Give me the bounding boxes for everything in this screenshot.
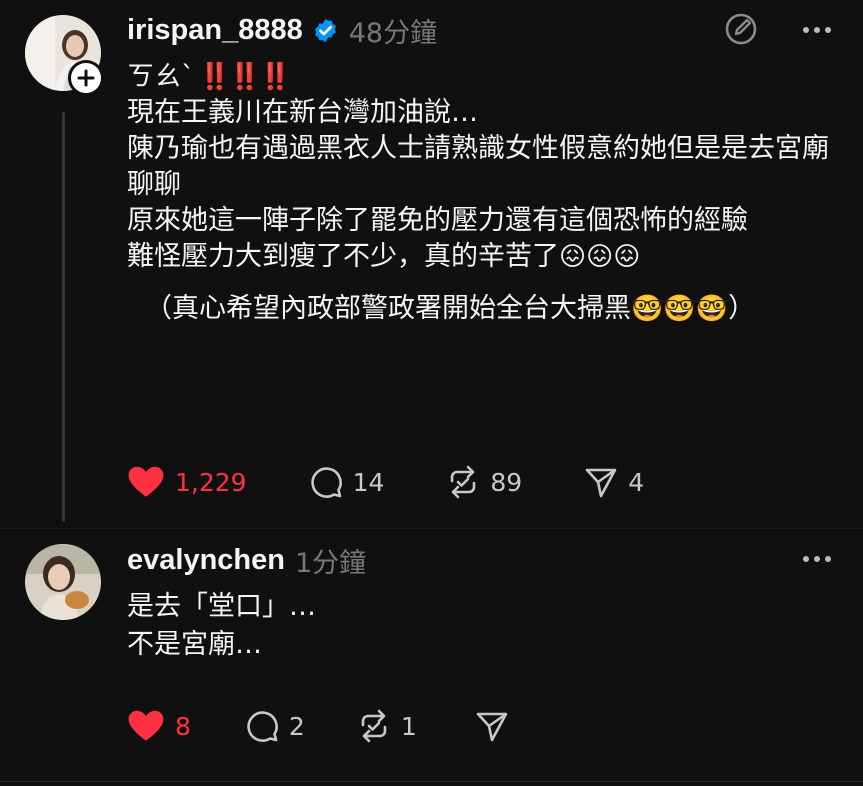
repost-icon: [451, 465, 476, 499]
reply-post: evalynchen 1分鐘 是去「堂口」… 不是宮廟… 8 2 1: [0, 532, 863, 782]
main-post: irispan_8888 48分鐘 ㄎㄠˋ ‼️‼️‼️ 現在王義川在新台灣加油說…: [0, 0, 863, 530]
action-bar: 1,229 14 89 4: [127, 462, 706, 502]
more-options-button[interactable]: [801, 549, 833, 569]
post-text-line: 不是宮廟…: [127, 629, 262, 660]
post-text-line: （真心希望內政部警政署開始全台大掃黑🤓🤓🤓）: [145, 293, 756, 324]
more-icon: [803, 556, 831, 562]
post-header: irispan_8888 48分鐘: [127, 10, 437, 50]
comment-count: 2: [288, 711, 305, 741]
verified-badge-icon: [314, 18, 336, 42]
heart-icon: [128, 710, 164, 741]
comment-button[interactable]: 2: [245, 709, 305, 743]
more-icon: [803, 27, 831, 33]
repost-count: 89: [490, 467, 523, 497]
comment-count: 14: [352, 467, 385, 497]
repost-button[interactable]: 1: [357, 709, 417, 743]
post-body: ㄎㄠˋ ‼️‼️‼️ 現在王義川在新台灣加油說… 陳乃瑜也有遇過黑衣人士請熟識女性…: [127, 59, 837, 327]
follow-button[interactable]: [68, 60, 104, 96]
post-body: 是去「堂口」… 不是宮廟…: [127, 588, 837, 664]
repost-icon: [361, 709, 387, 743]
post-text-line: 是去「堂口」…: [127, 591, 316, 622]
post-text-line: 現在王義川在新台灣加油說…: [127, 97, 478, 128]
share-button[interactable]: [475, 709, 509, 743]
repost-button[interactable]: 89: [446, 465, 522, 499]
share-button[interactable]: 4: [584, 465, 644, 499]
post-text-line: ㄎㄠˋ ‼️‼️‼️: [127, 61, 292, 92]
like-count: 8: [175, 711, 191, 741]
follow-plus-icon: [77, 69, 95, 87]
post-text-line: 難怪壓力大到瘦了不少，真的辛苦了😖😖😖: [127, 241, 641, 272]
comment-button[interactable]: 14: [309, 465, 385, 499]
comment-icon: [247, 711, 278, 742]
username[interactable]: evalynchen: [127, 544, 285, 577]
username[interactable]: irispan_8888: [127, 14, 303, 47]
divider: [0, 781, 863, 782]
new-note-icon: [725, 13, 757, 45]
thread-line: [62, 112, 65, 522]
post-header: evalynchen 1分鐘: [127, 540, 366, 580]
post-text-line: 原來她這一陣子除了罷免的壓力還有這個恐怖的經驗: [127, 205, 748, 236]
heart-icon: [128, 466, 164, 497]
action-bar: 8 2 1: [127, 706, 571, 746]
comment-icon: [310, 467, 342, 498]
divider: [0, 528, 863, 529]
avatar[interactable]: [25, 544, 101, 620]
repost-count: 1: [400, 711, 417, 741]
share-icon: [476, 712, 508, 742]
like-button[interactable]: 1,229: [127, 465, 247, 499]
like-count: 1,229: [175, 467, 247, 497]
new-note-button[interactable]: [724, 12, 758, 46]
timestamp: 1分鐘: [294, 547, 367, 579]
more-options-button[interactable]: [801, 20, 833, 40]
share-icon: [585, 468, 617, 498]
share-count: 4: [628, 467, 645, 497]
timestamp: 48分鐘: [348, 17, 438, 49]
post-text-line: 陳乃瑜也有遇過黑衣人士請熟識女性假意約她但是是去宮廟聊聊: [127, 133, 829, 200]
like-button[interactable]: 8: [127, 709, 191, 743]
